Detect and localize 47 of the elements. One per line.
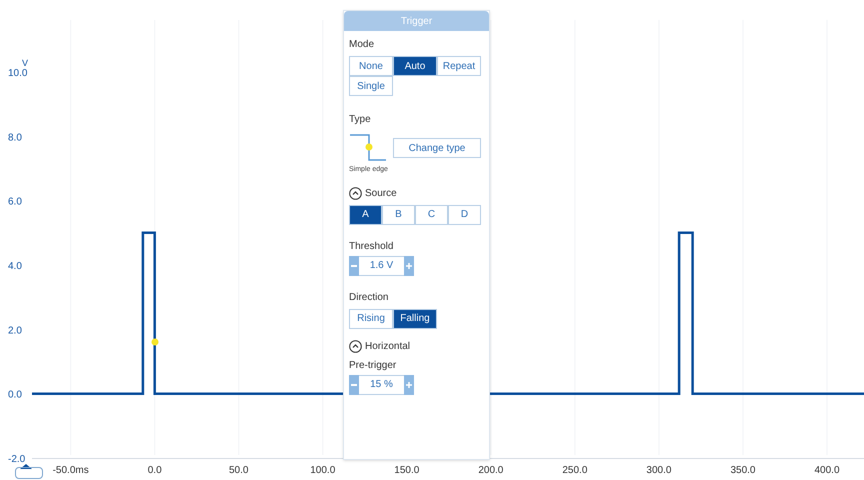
x-tick-label: -50.0ms [52,465,89,476]
x-tick-label: 400.0 [814,465,840,476]
plus-icon [406,262,412,268]
segment-button[interactable]: Rising [349,308,393,328]
section-label: Type [349,113,372,127]
trigger-point-marker [152,338,158,346]
collapse-icon[interactable] [349,340,362,352]
marker-box-icon[interactable] [15,467,43,479]
collapse-icon[interactable] [349,186,362,200]
y-tick-label: -2.0 [8,454,26,465]
y-tick-label: 6.0 [8,196,22,208]
change-type-button[interactable]: Change type [393,138,481,158]
x-tick-label: 100.0 [310,465,336,476]
x-tick-label: 0.0 [148,465,162,476]
section-label: Horizontal [365,340,410,354]
section-label: Threshold [349,240,394,254]
x-tick-label: 250.0 [562,465,588,476]
segment-button[interactable]: A [349,204,382,224]
segment-button[interactable]: Auto [393,56,437,76]
segment-button[interactable]: C [415,204,448,224]
segment-button[interactable]: D [448,204,481,224]
section-label: Mode [349,38,376,52]
minus-icon [351,264,357,266]
section-label: Source [365,186,397,200]
y-tick-label: 4.0 [8,261,22,272]
y-tick-label: 2.0 [8,325,22,336]
segment-button[interactable]: B [382,204,415,224]
panel-title: Trigger [344,11,489,31]
section-label: Pre-trigger [349,358,398,372]
axis-label: V [22,58,28,68]
minus-icon [351,384,357,386]
y-tick-label: 8.0 [8,132,22,144]
triangle-marker-icon[interactable] [20,464,32,469]
segment-button[interactable]: Single [349,76,393,96]
y-tick-label: 10.0 [8,68,28,79]
x-tick-label: 300.0 [646,465,672,476]
x-tick-label: 350.0 [730,465,756,476]
segment-button[interactable]: Falling [393,308,437,328]
x-tick-label: 50.0 [229,465,248,476]
section-label: Direction [349,290,390,304]
falling-edge-icon [349,133,387,163]
segment-button[interactable]: None [349,56,393,76]
segment-button[interactable]: Repeat [437,56,481,76]
plus-icon [406,382,412,388]
y-tick-label: 0.0 [8,390,22,401]
x-tick-label: 150.0 [394,465,420,476]
x-tick-label: 200.0 [478,465,504,476]
